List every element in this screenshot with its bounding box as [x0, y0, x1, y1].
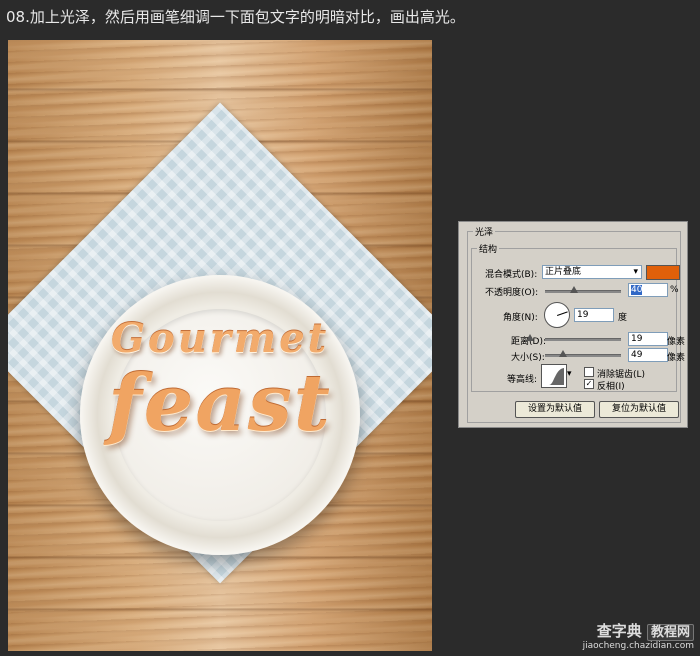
watermark: 查字典 教程网 jiaocheng.chazidian.com — [583, 623, 694, 652]
opacity-label: 不透明度(O): — [485, 288, 539, 298]
opacity-value: 40 — [631, 285, 643, 295]
angle-dial[interactable] — [544, 302, 570, 328]
blend-mode-select[interactable]: 正片叠底 ▾ — [542, 265, 642, 279]
satin-layer-style-panel: 光泽 结构 混合模式(B): 正片叠底 ▾ 不透明度(O): 40 % 角度(N… — [458, 221, 688, 428]
angle-label: 角度(N): — [503, 313, 538, 323]
distance-slider-thumb[interactable] — [526, 334, 534, 341]
opacity-input[interactable]: 40 — [628, 283, 668, 297]
set-default-button[interactable]: 设置为默认值 — [515, 401, 595, 418]
artwork-text-feast: feast — [108, 358, 332, 449]
invert-checkbox[interactable]: ✓ — [584, 379, 594, 389]
size-slider-track[interactable] — [545, 354, 621, 357]
size-input[interactable]: 49 — [628, 348, 668, 362]
size-unit: 像素 — [667, 353, 686, 363]
watermark-brand-badge: 教程网 — [646, 624, 694, 641]
watermark-url: jiaocheng.chazidian.com — [582, 641, 694, 651]
reset-default-button[interactable]: 复位为默认值 — [599, 401, 679, 418]
blend-color-swatch[interactable] — [646, 265, 680, 280]
size-slider-thumb[interactable] — [559, 350, 567, 357]
artwork-text-gourmet: Gourmet — [110, 315, 330, 362]
chevron-down-icon: ▾ — [633, 267, 638, 277]
angle-dial-needle — [557, 311, 568, 316]
opacity-slider-track[interactable] — [545, 290, 621, 293]
invert-check-mark: ✓ — [585, 379, 593, 388]
structure-group-title: 结构 — [477, 242, 500, 255]
satin-group-title: 光泽 — [473, 225, 496, 238]
antialias-checkbox[interactable] — [584, 367, 594, 377]
contour-chevron-down-icon[interactable]: ▾ — [567, 369, 572, 379]
distance-slider-track[interactable] — [545, 338, 621, 341]
angle-unit: 度 — [618, 313, 628, 323]
distance-unit: 像素 — [667, 337, 686, 347]
opacity-unit: % — [670, 285, 679, 295]
size-label: 大小(S): — [511, 353, 545, 363]
page-title: 08.加上光泽，然后用画笔细调一下面包文字的明暗对比，画出高光。 — [6, 8, 465, 26]
contour-picker[interactable] — [541, 364, 567, 388]
contour-curve-icon — [544, 368, 564, 385]
contour-label: 等高线: — [507, 375, 538, 385]
watermark-brand: 查字典 — [596, 622, 642, 640]
artwork-canvas: Gourmet feast — [8, 40, 432, 651]
blend-mode-value: 正片叠底 — [545, 267, 582, 277]
invert-label: 反相(I) — [597, 382, 625, 392]
distance-input[interactable]: 19 — [628, 332, 668, 346]
angle-input[interactable]: 19 — [574, 308, 614, 322]
blend-mode-label: 混合模式(B): — [485, 270, 538, 280]
opacity-slider-thumb[interactable] — [570, 286, 578, 293]
